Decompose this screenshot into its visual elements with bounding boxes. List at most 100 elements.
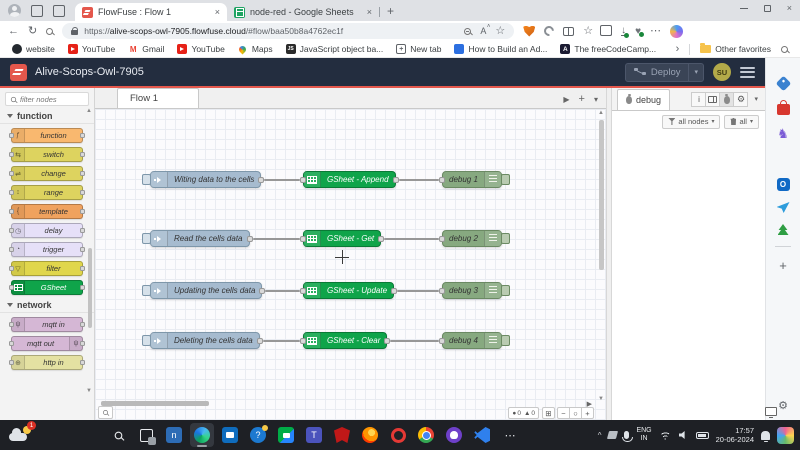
clock[interactable]: 17:57 20-06-2024	[716, 426, 754, 445]
gsheet-node-gsheet-update[interactable]: GSheet - Update	[303, 282, 394, 299]
inject-node-read-the-cells-data[interactable]: Read the cells data	[150, 230, 250, 247]
volume-icon[interactable]	[679, 431, 689, 440]
taskbar-app-mcafee[interactable]	[330, 423, 354, 447]
deploy-options-caret[interactable]: ▾	[688, 64, 703, 81]
add-flow-icon[interactable]: +	[579, 93, 585, 105]
scroll-up-icon[interactable]: ▲	[598, 110, 604, 116]
browser-tab-flowfuse-flow-1[interactable]: FlowFuse : Flow 1×	[75, 3, 227, 21]
palette-node-mqtt-in[interactable]: ψmqtt in	[11, 317, 83, 332]
wifi-icon[interactable]	[659, 430, 672, 440]
output-port[interactable]	[257, 338, 263, 344]
coupon-icon[interactable]	[775, 76, 791, 92]
minimize-icon[interactable]	[740, 8, 748, 9]
deploy-button[interactable]: Deploy	[626, 64, 689, 81]
extension-icon[interactable]	[542, 24, 556, 38]
wire[interactable]	[384, 238, 439, 240]
scrollbar-thumb[interactable]	[101, 401, 209, 406]
bookmark-the-freecodecamp[interactable]: AThe freeCodeCamp...	[560, 44, 656, 54]
taskbar-app-meet[interactable]	[274, 423, 298, 447]
output-port[interactable]	[247, 236, 253, 242]
debug-toggle-button[interactable]	[501, 285, 510, 296]
taskbar-app-search[interactable]	[106, 423, 130, 447]
tree-icon[interactable]	[778, 224, 789, 235]
tray-expand-icon[interactable]: ^	[598, 431, 602, 440]
maximize-icon[interactable]	[764, 5, 771, 12]
games-icon[interactable]: ♞	[776, 126, 791, 141]
taskbar-app-firefox[interactable]	[358, 423, 382, 447]
gsheet-node-gsheet-clear[interactable]: GSheet - Clear	[303, 332, 387, 349]
copilot-icon[interactable]	[670, 25, 683, 38]
notifications-bell-icon[interactable]	[761, 431, 770, 440]
taskbar-app-start[interactable]	[78, 423, 102, 447]
bookmarks-search-icon[interactable]	[781, 46, 788, 53]
input-port[interactable]	[439, 338, 445, 344]
debug-toggle-button[interactable]	[501, 174, 510, 185]
inject-button[interactable]	[142, 233, 151, 244]
palette-search[interactable]	[5, 92, 89, 106]
canvas-search-button[interactable]	[98, 406, 113, 419]
debug-node-debug-1[interactable]: debug 1	[442, 171, 502, 188]
profile-icon[interactable]	[8, 4, 21, 17]
add-icon[interactable]: +	[776, 258, 791, 273]
settings-more-icon[interactable]: ⋯	[650, 26, 661, 37]
url-text[interactable]: https://alive-scops-owl-7905.flowfuse.cl…	[84, 26, 458, 36]
palette-node-filter[interactable]: ▽filter	[11, 261, 83, 276]
palette-node-switch[interactable]: ⇆switch	[11, 147, 83, 162]
palette-node-trigger[interactable]: ◔trigger	[11, 242, 83, 257]
inject-node-updating-the-cells-data[interactable]: Updating the cells data	[150, 282, 262, 299]
input-port[interactable]	[300, 338, 306, 344]
workspaces-icon[interactable]	[31, 5, 43, 17]
downloads-icon[interactable]: ↓	[621, 27, 626, 36]
debug-toggle-button[interactable]	[501, 233, 510, 244]
tray-app-icon[interactable]	[607, 431, 618, 439]
refresh-icon[interactable]: ↻	[28, 26, 37, 37]
wire[interactable]	[264, 179, 300, 181]
debug-tab-icon[interactable]	[719, 92, 734, 107]
close-icon[interactable]: ×	[787, 3, 792, 13]
debug-node-debug-3[interactable]: debug 3	[442, 282, 502, 299]
taskbar-app-github[interactable]	[442, 423, 466, 447]
language-indicator[interactable]: ENG IN	[636, 427, 651, 443]
wire[interactable]	[397, 290, 439, 292]
wire[interactable]	[253, 238, 300, 240]
palette-node-change[interactable]: ⇌change	[11, 166, 83, 181]
taskbar-app-opera[interactable]	[386, 423, 410, 447]
input-port[interactable]	[439, 288, 445, 294]
input-port[interactable]	[300, 177, 306, 183]
taskbar-app-chrome[interactable]	[414, 423, 438, 447]
flow-list-caret-icon[interactable]: ▾	[594, 95, 598, 104]
gsheet-node-gsheet-append[interactable]: GSheet - Append	[303, 171, 396, 188]
scroll-down-icon[interactable]: ▼	[598, 396, 604, 402]
palette-search-input[interactable]	[20, 95, 80, 104]
inject-button[interactable]	[142, 335, 151, 346]
config-tab-icon[interactable]: ⚙	[733, 92, 748, 107]
debug-clear-button[interactable]: all ▾	[724, 115, 759, 129]
browser-essentials-icon[interactable]: ♥	[635, 26, 641, 37]
microsoft-365-icon[interactable]	[776, 152, 791, 167]
output-port[interactable]	[393, 177, 399, 183]
palette-node-function[interactable]: ƒfunction	[11, 128, 83, 143]
output-port[interactable]	[259, 288, 265, 294]
palette-scrollbar-thumb[interactable]	[88, 248, 92, 328]
microphone-icon[interactable]	[624, 431, 629, 439]
canvas-vertical-scrollbar[interactable]: ▲ ▼	[597, 110, 605, 402]
palette-node-gsheet[interactable]: GSheet	[11, 280, 83, 295]
input-port[interactable]	[439, 236, 445, 242]
bookmark-youtube[interactable]: YouTube	[68, 44, 115, 54]
taskbar-app-teams[interactable]: T	[302, 423, 326, 447]
debug-node-debug-2[interactable]: debug 2	[442, 230, 502, 247]
show-desktop-widget-icon[interactable]	[777, 427, 794, 444]
wire[interactable]	[399, 179, 439, 181]
wire[interactable]	[263, 340, 300, 342]
palette-scroll-down-icon[interactable]: ▼	[86, 388, 92, 394]
shopping-icon[interactable]	[777, 104, 790, 115]
palette-scroll-up-icon[interactable]: ▲	[86, 108, 92, 114]
input-port[interactable]	[300, 288, 306, 294]
wire[interactable]	[390, 340, 439, 342]
flow-canvas[interactable]: Witing data to the cells GSheet - Append d…	[95, 109, 606, 420]
inject-node-witing-data-to-the-cells[interactable]: Witing data to the cells	[150, 171, 261, 188]
bookmark-javascript-object-ba[interactable]: JSJavaScript object ba...	[286, 44, 384, 54]
new-tab-button[interactable]: +	[387, 4, 394, 18]
help-tab-icon[interactable]	[705, 92, 720, 107]
tab-actions-icon[interactable]	[53, 5, 65, 17]
